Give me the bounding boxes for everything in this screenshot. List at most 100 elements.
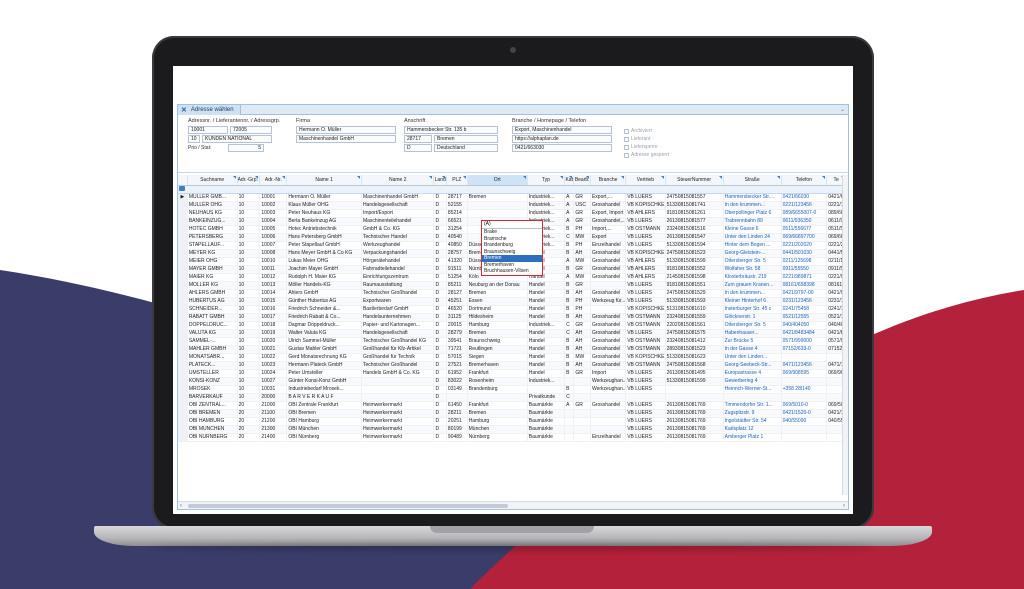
- table-cell[interactable]: Bremen: [467, 329, 528, 338]
- table-cell[interactable]: Grosshandel: [590, 265, 627, 274]
- table-row[interactable]: HUBERTUS AG 10 10015 Günther Hubertus AG Exp…: [178, 297, 846, 306]
- table-cell[interactable]: [573, 417, 591, 426]
- table-cell[interactable]: Werkzeughandel: [361, 241, 435, 250]
- table-cell[interactable]: VB KOPISCHKE: [625, 201, 666, 210]
- table-cell[interactable]: Glöcknerstr. 1: [723, 313, 782, 322]
- table-cell[interactable]: OBI Zentrale Frankfurt: [286, 401, 362, 410]
- table-cell[interactable]: Import: [590, 369, 627, 378]
- table-cell[interactable]: BARVERKAUF: [187, 393, 238, 402]
- table-cell[interactable]: 10: [237, 321, 261, 330]
- table-cell[interactable]: D: [433, 369, 447, 378]
- table-cell[interactable]: Gustav Mahler GmbH: [286, 345, 362, 354]
- table-cell[interactable]: Georg-Seebeck-Str...: [723, 361, 782, 370]
- table-cell[interactable]: Werkzeughan...: [590, 385, 627, 394]
- table-cell[interactable]: GR: [573, 193, 591, 202]
- table-cell[interactable]: [564, 409, 575, 418]
- table-cell[interactable]: 0421/1520-0: [781, 409, 828, 418]
- table-cell[interactable]: 51330815081741: [665, 201, 724, 210]
- column-header[interactable]: Name 1: [286, 175, 362, 186]
- table-cell[interactable]: 10: [237, 257, 261, 266]
- table-cell[interactable]: Handelsgesellschaft: [361, 201, 435, 210]
- row-indicator[interactable]: [178, 337, 188, 346]
- table-cell[interactable]: [781, 353, 828, 362]
- table-cell[interactable]: [564, 417, 575, 426]
- table-cell[interactable]: D: [433, 433, 447, 442]
- table-cell[interactable]: VB OSTMANN: [625, 337, 666, 346]
- column-header[interactable]: Vertrieb: [625, 175, 666, 186]
- table-cell[interactable]: VB OSTMANN: [625, 225, 666, 234]
- table-row[interactable]: UMSTELLER 10 10024 Peter Umsteller Handels G…: [178, 369, 846, 378]
- table-cell[interactable]: 10: [237, 201, 261, 210]
- table-cell[interactable]: A: [564, 273, 575, 282]
- table-cell[interactable]: 20: [237, 425, 261, 434]
- table-cell[interactable]: GR: [573, 321, 591, 330]
- table-cell[interactable]: Essen: [467, 297, 528, 306]
- table-cell[interactable]: A: [564, 209, 575, 218]
- table-cell[interactable]: 80199: [446, 425, 468, 434]
- table-cell[interactable]: VB OSTMANN: [625, 361, 666, 370]
- table-cell[interactable]: PETERSBERG: [187, 233, 238, 242]
- table-cell[interactable]: OBI Bremen: [286, 409, 362, 418]
- table-cell[interactable]: OBI Hamburg: [286, 417, 362, 426]
- table-cell[interactable]: 10015: [259, 297, 288, 306]
- table-cell[interactable]: 10005: [259, 225, 288, 234]
- table-cell[interactable]: 26130815081769: [665, 401, 724, 410]
- checkbox-lieferant[interactable]: Lieferant: [624, 135, 694, 143]
- current-row-indicator[interactable]: ▶: [178, 193, 188, 202]
- row-indicator[interactable]: [178, 345, 188, 354]
- table-cell[interactable]: 10017: [259, 313, 288, 322]
- table-cell[interactable]: B: [564, 241, 575, 250]
- table-cell[interactable]: [446, 393, 468, 402]
- filter-corner-icon[interactable]: [822, 176, 826, 179]
- table-cell[interactable]: VB KOPISCHKE: [625, 305, 666, 314]
- table-cell[interactable]: 20251: [446, 417, 468, 426]
- table-cell[interactable]: 10: [237, 281, 261, 290]
- table-cell[interactable]: Zur Brücke 5: [723, 337, 782, 346]
- row-indicator[interactable]: [178, 369, 188, 378]
- table-cell[interactable]: 10008: [259, 249, 288, 258]
- table-cell[interactable]: C: [564, 329, 575, 338]
- table-cell[interactable]: 21400: [259, 433, 288, 442]
- table-cell[interactable]: Maschinenhandel GmbH: [361, 193, 435, 202]
- table-row[interactable]: KONSI-KONZ 10 10027 Günter Konsi-Konz GmbH D…: [178, 377, 846, 386]
- table-row[interactable]: OBI NÜRNBERG 20 21400 OBI Nürnberg Heimwerke…: [178, 433, 846, 442]
- row-indicator[interactable]: [178, 417, 188, 426]
- table-cell[interactable]: Gerd Monatsrechnung KG: [286, 353, 362, 362]
- table-cell[interactable]: A: [564, 257, 575, 266]
- table-cell[interactable]: OBI MÜNCHEN: [187, 425, 238, 434]
- table-cell[interactable]: PH: [573, 297, 591, 306]
- table-cell[interactable]: D: [433, 265, 447, 274]
- table-cell[interactable]: 21100: [259, 409, 288, 418]
- table-cell[interactable]: München: [467, 425, 528, 434]
- filter-corner-icon[interactable]: [232, 176, 236, 179]
- row-indicator[interactable]: [178, 273, 188, 282]
- table-cell[interactable]: VB LÜERS: [625, 241, 666, 250]
- table-row[interactable]: OBI MÜNCHEN 20 21300 OBI München Heimwerkerm…: [178, 425, 846, 434]
- table-cell[interactable]: VB LÜERS: [625, 409, 666, 418]
- table-row[interactable]: MÜLLER OHG 10 10002 Klaus Müller OHG Handels…: [178, 201, 846, 210]
- table-cell[interactable]: [781, 377, 828, 386]
- adressnr-field[interactable]: 10001: [188, 126, 228, 134]
- table-cell[interactable]: [590, 281, 627, 290]
- checkbox-liefersperre[interactable]: Liefersperre: [624, 143, 694, 151]
- horizontal-scrollbar[interactable]: ‹ ›: [178, 501, 848, 509]
- table-cell[interactable]: VB AHLERS: [625, 273, 666, 282]
- table-cell[interactable]: Heimwerkermarkt: [361, 433, 435, 442]
- column-header[interactable]: PLZ: [446, 175, 468, 186]
- lieferantennr-field[interactable]: 72005: [230, 126, 272, 134]
- table-cell[interactable]: 10: [237, 377, 261, 386]
- table-cell[interactable]: Braunschweig: [467, 337, 528, 346]
- table-cell[interactable]: UMSTELLER: [187, 369, 238, 378]
- table-cell[interactable]: Neuburg an der Donau: [467, 281, 528, 290]
- table-cell[interactable]: Handel: [527, 361, 566, 370]
- table-cell[interactable]: [573, 377, 591, 386]
- table-cell[interactable]: GR: [573, 209, 591, 218]
- table-cell[interactable]: VB OSTMANN: [625, 313, 666, 322]
- table-cell[interactable]: Möller Handels-KG: [286, 281, 362, 290]
- table-cell[interactable]: MÜLLER GMB...: [187, 193, 238, 202]
- table-cell[interactable]: 40850: [446, 241, 468, 250]
- table-cell[interactable]: Großhandel für Technik: [361, 353, 435, 362]
- table-cell[interactable]: 10: [237, 273, 261, 282]
- table-cell[interactable]: B A R V E R K A U F: [286, 393, 362, 402]
- table-cell[interactable]: MAIER KG: [187, 273, 238, 282]
